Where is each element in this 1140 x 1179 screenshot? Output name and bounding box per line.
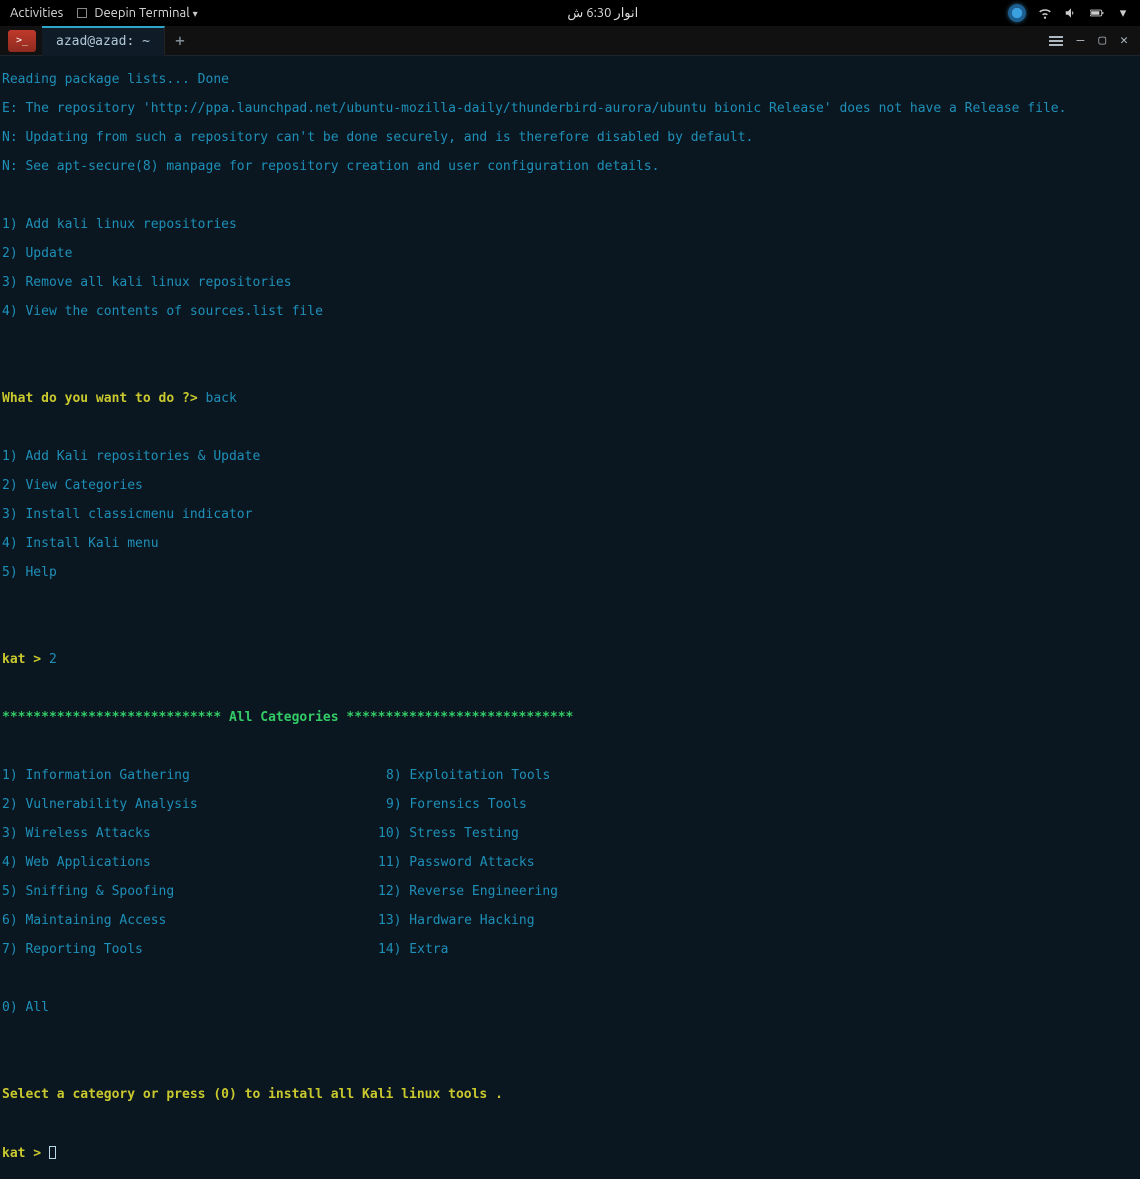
kat-answer-1: 2	[41, 652, 57, 667]
clock[interactable]: انوار 6:30 ش	[198, 6, 1008, 21]
cat-4: 4) Web Applications	[2, 856, 378, 871]
maximize-button[interactable]: ▢	[1098, 33, 1106, 48]
gnome-topbar: Activities Deepin Terminal انوار 6:30 ش …	[0, 0, 1140, 26]
settings-indicator-icon[interactable]	[1008, 4, 1026, 22]
menu2-item-1: 1) Add Kali repositories & Update	[2, 449, 260, 464]
window-titlebar: >_ azad@azad: ~ + — ▢ ✕	[0, 26, 1140, 56]
terminal-mini-icon	[77, 8, 87, 18]
activities-button[interactable]: Activities	[10, 6, 63, 20]
line-reading: Reading package lists... Done	[2, 72, 229, 87]
minimize-button[interactable]: —	[1077, 33, 1085, 48]
cat-1: 1) Information Gathering	[2, 769, 386, 784]
cat-5: 5) Sniffing & Spoofing	[2, 885, 378, 900]
new-tab-button[interactable]: +	[165, 26, 195, 56]
terminal-tab[interactable]: azad@azad: ~	[42, 26, 165, 56]
close-button[interactable]: ✕	[1120, 33, 1128, 48]
line-error-n1: N: Updating from such a repository can't…	[2, 130, 753, 145]
cat-3: 3) Wireless Attacks	[2, 827, 378, 842]
menu2-item-2: 2) View Categories	[2, 478, 143, 493]
menu2-item-4: 4) Install Kali menu	[2, 536, 159, 551]
menu1-item-4: 4) View the contents of sources.list fil…	[2, 304, 323, 319]
prompt-what-do-answer: back	[198, 391, 237, 406]
hamburger-menu-icon[interactable]	[1049, 36, 1063, 46]
kat-prompt-2: kat >	[2, 1146, 41, 1161]
menu1-item-1: 1) Add kali linux repositories	[2, 217, 237, 232]
tab-title: azad@azad: ~	[56, 34, 150, 49]
wifi-icon[interactable]	[1038, 6, 1052, 20]
cat-11: 11) Password Attacks	[378, 855, 535, 870]
cat-10: 10) Stress Testing	[378, 826, 519, 841]
cat-13: 13) Hardware Hacking	[378, 913, 535, 928]
cat-0-all: 0) All	[2, 1000, 49, 1015]
kat-answer-2	[41, 1146, 49, 1161]
select-category-prompt: Select a category or press (0) to instal…	[2, 1087, 503, 1102]
cat-14: 14) Extra	[378, 942, 448, 957]
categories-header: **************************** All Categor…	[2, 710, 573, 725]
cat-12: 12) Reverse Engineering	[378, 884, 558, 899]
app-menu[interactable]: Deepin Terminal	[77, 6, 197, 20]
cat-2: 2) Vulnerability Analysis	[2, 798, 386, 813]
cat-6: 6) Maintaining Access	[2, 914, 378, 929]
menu2-item-5: 5) Help	[2, 565, 57, 580]
terminal-app-icon: >_	[8, 30, 36, 52]
cat-8: 8) Exploitation Tools	[386, 768, 550, 783]
battery-icon[interactable]	[1090, 6, 1104, 20]
cat-7: 7) Reporting Tools	[2, 943, 378, 958]
menu1-item-2: 2) Update	[2, 246, 72, 261]
menu2-item-3: 3) Install classicmenu indicator	[2, 507, 252, 522]
prompt-what-do: What do you want to do ?>	[2, 391, 198, 406]
app-menu-label: Deepin Terminal	[94, 6, 189, 20]
terminal-output[interactable]: Reading package lists... Done E: The rep…	[0, 56, 1140, 1179]
kat-prompt-1: kat >	[2, 652, 41, 667]
line-error-n2: N: See apt-secure(8) manpage for reposit…	[2, 159, 659, 174]
terminal-cursor	[49, 1146, 56, 1159]
volume-icon[interactable]	[1064, 6, 1078, 20]
menu1-item-3: 3) Remove all kali linux repositories	[2, 275, 292, 290]
power-caret-icon[interactable]: ▾	[1116, 6, 1130, 20]
cat-9: 9) Forensics Tools	[386, 797, 527, 812]
line-error-e: E: The repository 'http://ppa.launchpad.…	[2, 101, 1066, 116]
